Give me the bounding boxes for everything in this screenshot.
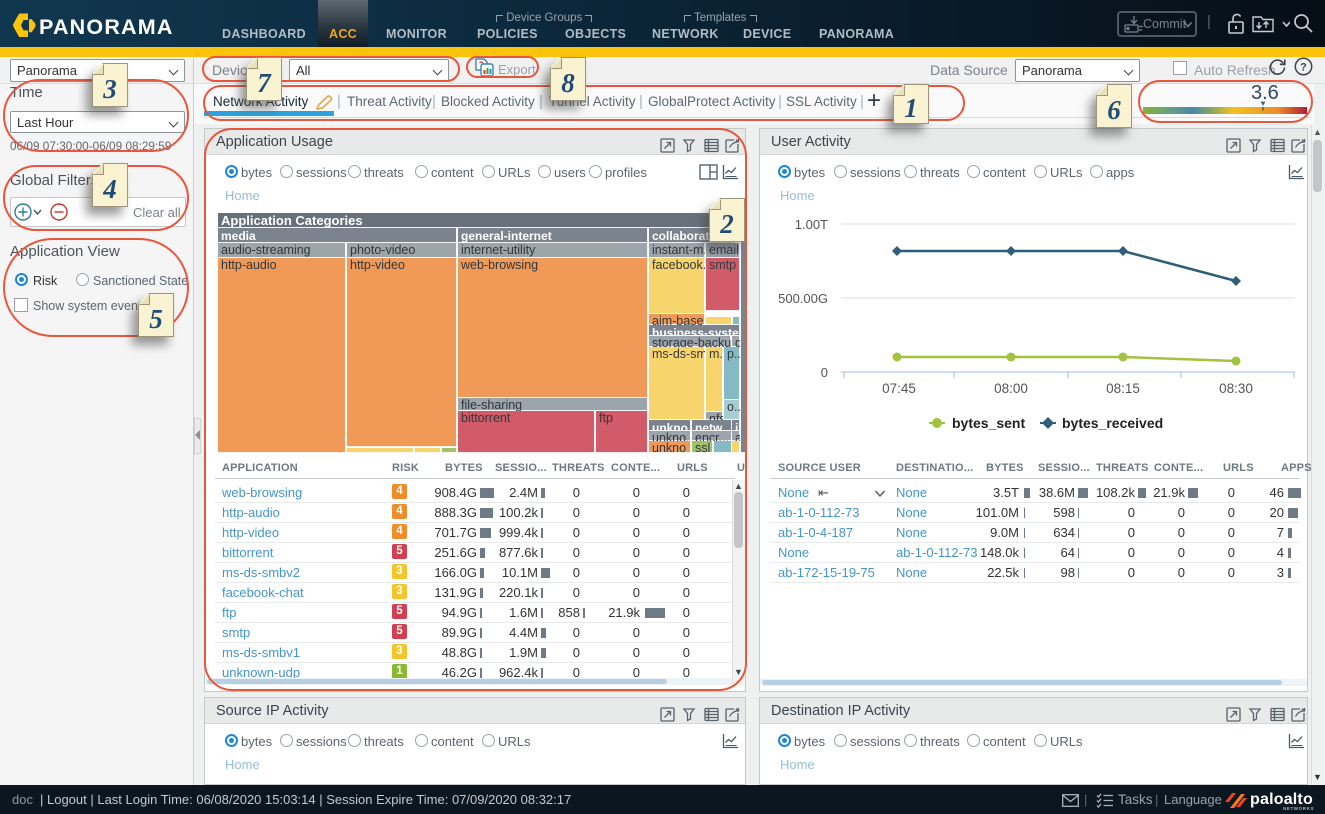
- svg-text:07:45: 07:45: [882, 381, 916, 396]
- svg-text:500.00G: 500.00G: [778, 291, 828, 306]
- svg-text:08:00: 08:00: [994, 381, 1028, 396]
- svg-text:0: 0: [821, 365, 828, 380]
- svg-text:1.00T: 1.00T: [795, 217, 828, 232]
- svg-text:08:30: 08:30: [1219, 381, 1253, 396]
- svg-text:bytes_received: bytes_received: [1062, 415, 1163, 431]
- svg-text:bytes_sent: bytes_sent: [952, 415, 1025, 431]
- svg-text:?: ?: [1300, 62, 1307, 74]
- svg-text:08:15: 08:15: [1106, 381, 1140, 396]
